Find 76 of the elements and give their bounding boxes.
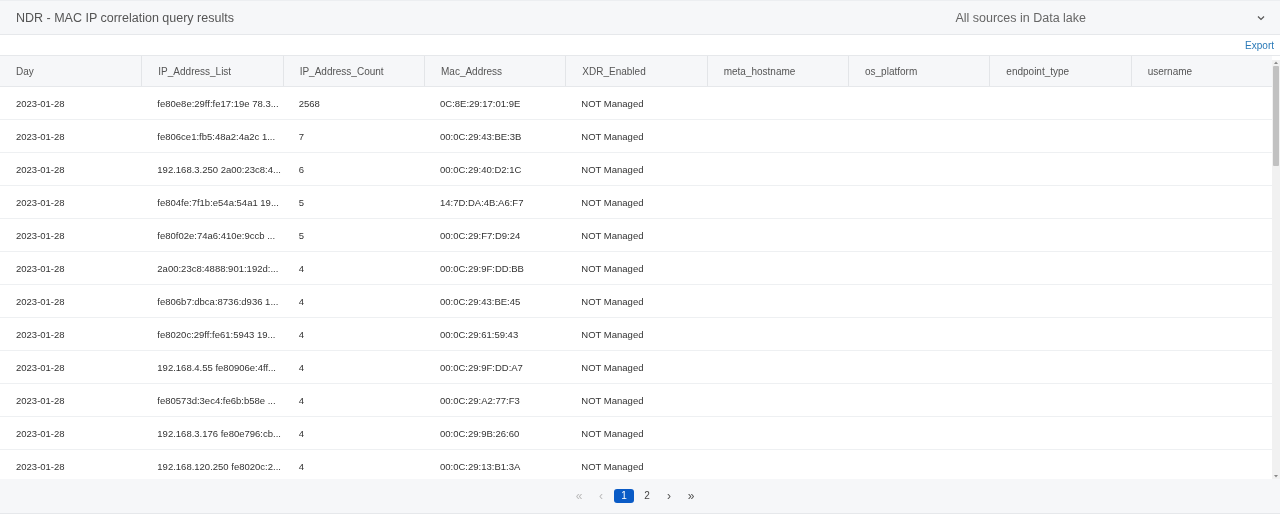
table-cell-text: 192.168.3.176 fe80e796:cb... — [156, 426, 282, 441]
table-cell-text: 2023-01-28 — [15, 294, 66, 309]
table-cell-text: 192.168.120.250 fe8020c:2... — [156, 459, 282, 474]
table-cell-text: 2568 — [297, 96, 321, 111]
table-cell-text: 4 — [297, 261, 305, 276]
export-link[interactable]: Export — [1245, 39, 1274, 51]
table-cell-text: 2023-01-28 — [15, 426, 66, 441]
table-cell-text: 2023-01-28 — [15, 459, 66, 474]
table-cell-text: 192.168.3.250 2a00:23c8:4... — [156, 162, 282, 177]
column-header[interactable]: meta_hostname — [706, 56, 848, 86]
column-header[interactable]: XDR_Enabled — [565, 56, 707, 86]
table-cell-text: 00:0C:29:40:D2:1C — [439, 162, 523, 177]
table-cell-text: 6 — [297, 162, 305, 177]
table-cell-text: 2023-01-28 — [15, 261, 66, 276]
table-cell-text: fe806b7:dbca:8736:d936 1... — [156, 294, 280, 309]
source-selector[interactable]: All sources in Data lake — [955, 10, 1086, 25]
table-cell-text: 2023-01-28 — [15, 162, 66, 177]
page-title: NDR - MAC IP correlation query results — [16, 10, 235, 25]
table-cell-text: fe804fe:7f1b:e54a:54a1 19... — [156, 195, 280, 210]
table-cell-text: 00:0C:29:43:BE:3B — [439, 129, 523, 144]
table-cell-text: NOT Managed — [580, 261, 645, 276]
table-cell-text: 2023-01-28 — [15, 228, 66, 243]
column-header[interactable]: IP_Address_Count — [282, 56, 424, 86]
table-cell-text: NOT Managed — [580, 459, 645, 474]
table-cell-text: 4 — [297, 459, 305, 474]
table-cell-text: 4 — [297, 360, 305, 375]
table-cell-text: 00:0C:29:A2:77:F3 — [439, 393, 521, 408]
column-header[interactable]: Mac_Address — [424, 56, 566, 86]
page-button[interactable]: 2 — [638, 489, 656, 503]
scrollbar-thumb[interactable] — [1273, 66, 1279, 166]
column-header[interactable]: username — [1130, 56, 1272, 86]
column-header[interactable]: IP_Address_List — [141, 56, 283, 86]
table-cell-text: NOT Managed — [580, 426, 645, 441]
table-cell-text: 2023-01-28 — [15, 129, 66, 144]
table-cell-text: 4 — [297, 327, 305, 342]
table-cell-text: NOT Managed — [580, 228, 645, 243]
table-cell-text: 00:0C:29:9F:DD:A7 — [439, 360, 524, 375]
column-header[interactable]: os_platform — [848, 56, 990, 86]
table-cell-text: 00:0C:29:61:59:43 — [439, 327, 520, 342]
table-cell-text: 2023-01-28 — [15, 96, 66, 111]
table-cell-text: 2a00:23c8:4888:901:192d:... — [156, 261, 280, 276]
table-cell-text: 4 — [297, 393, 305, 408]
table-cell-text: 00:0C:29:9F:DD:BB — [439, 261, 525, 276]
page-button[interactable]: 1 — [614, 489, 634, 503]
scrollbar[interactable] — [1272, 60, 1280, 479]
table-cell-text: 4 — [297, 426, 305, 441]
table-cell-text: fe80e8e:29ff:fe17:19e 78.3... — [156, 96, 280, 111]
table-cell-text: 2023-01-28 — [15, 360, 66, 375]
table-cell-text: NOT Managed — [580, 393, 645, 408]
table-cell-text: 00:0C:29:13:B1:3A — [439, 459, 522, 474]
table-cell-text: NOT Managed — [580, 129, 645, 144]
table-cell-text: 5 — [297, 228, 305, 243]
column-header[interactable]: endpoint_type — [989, 56, 1131, 86]
table-cell-text: 00:0C:29:F7:D9:24 — [439, 228, 522, 243]
table-cell-text: 5 — [297, 195, 305, 210]
table-cell-text: 00:0C:29:43:BE:45 — [439, 294, 522, 309]
table-cell-text: 2023-01-28 — [15, 195, 66, 210]
table-cell-text: 00:0C:29:9B:26:60 — [439, 426, 521, 441]
table-cell-text: NOT Managed — [580, 195, 645, 210]
table-cell-text: NOT Managed — [580, 162, 645, 177]
table-cell-text: fe806ce1:fb5:48a2:4a2c 1... — [156, 129, 277, 144]
table-cell-text: NOT Managed — [580, 96, 645, 111]
table-cell-text: 192.168.4.55 fe80906e:4ff... — [156, 360, 277, 375]
table-cell-text: fe80573d:3ec4:fe6b:b58e ... — [156, 393, 277, 408]
table-cell-text: 4 — [297, 294, 305, 309]
table-cell-text: 0C:8E:29:17:01:9E — [439, 96, 522, 111]
table-cell-text: 2023-01-28 — [15, 393, 66, 408]
table-cell-text: fe80f02e:74a6:410e:9ccb ... — [156, 228, 277, 243]
table-cell-text: NOT Managed — [580, 360, 645, 375]
table-cell-text: 7 — [297, 129, 305, 144]
table-cell-text: NOT Managed — [580, 327, 645, 342]
column-header[interactable]: Day — [0, 56, 142, 86]
table-cell-text: 2023-01-28 — [15, 327, 66, 342]
table-cell-text: 14:7D:DA:4B:A6:F7 — [439, 195, 525, 210]
table-cell-text: NOT Managed — [580, 294, 645, 309]
table-cell-text: fe8020c:29ff:fe61:5943 19... — [156, 327, 277, 342]
